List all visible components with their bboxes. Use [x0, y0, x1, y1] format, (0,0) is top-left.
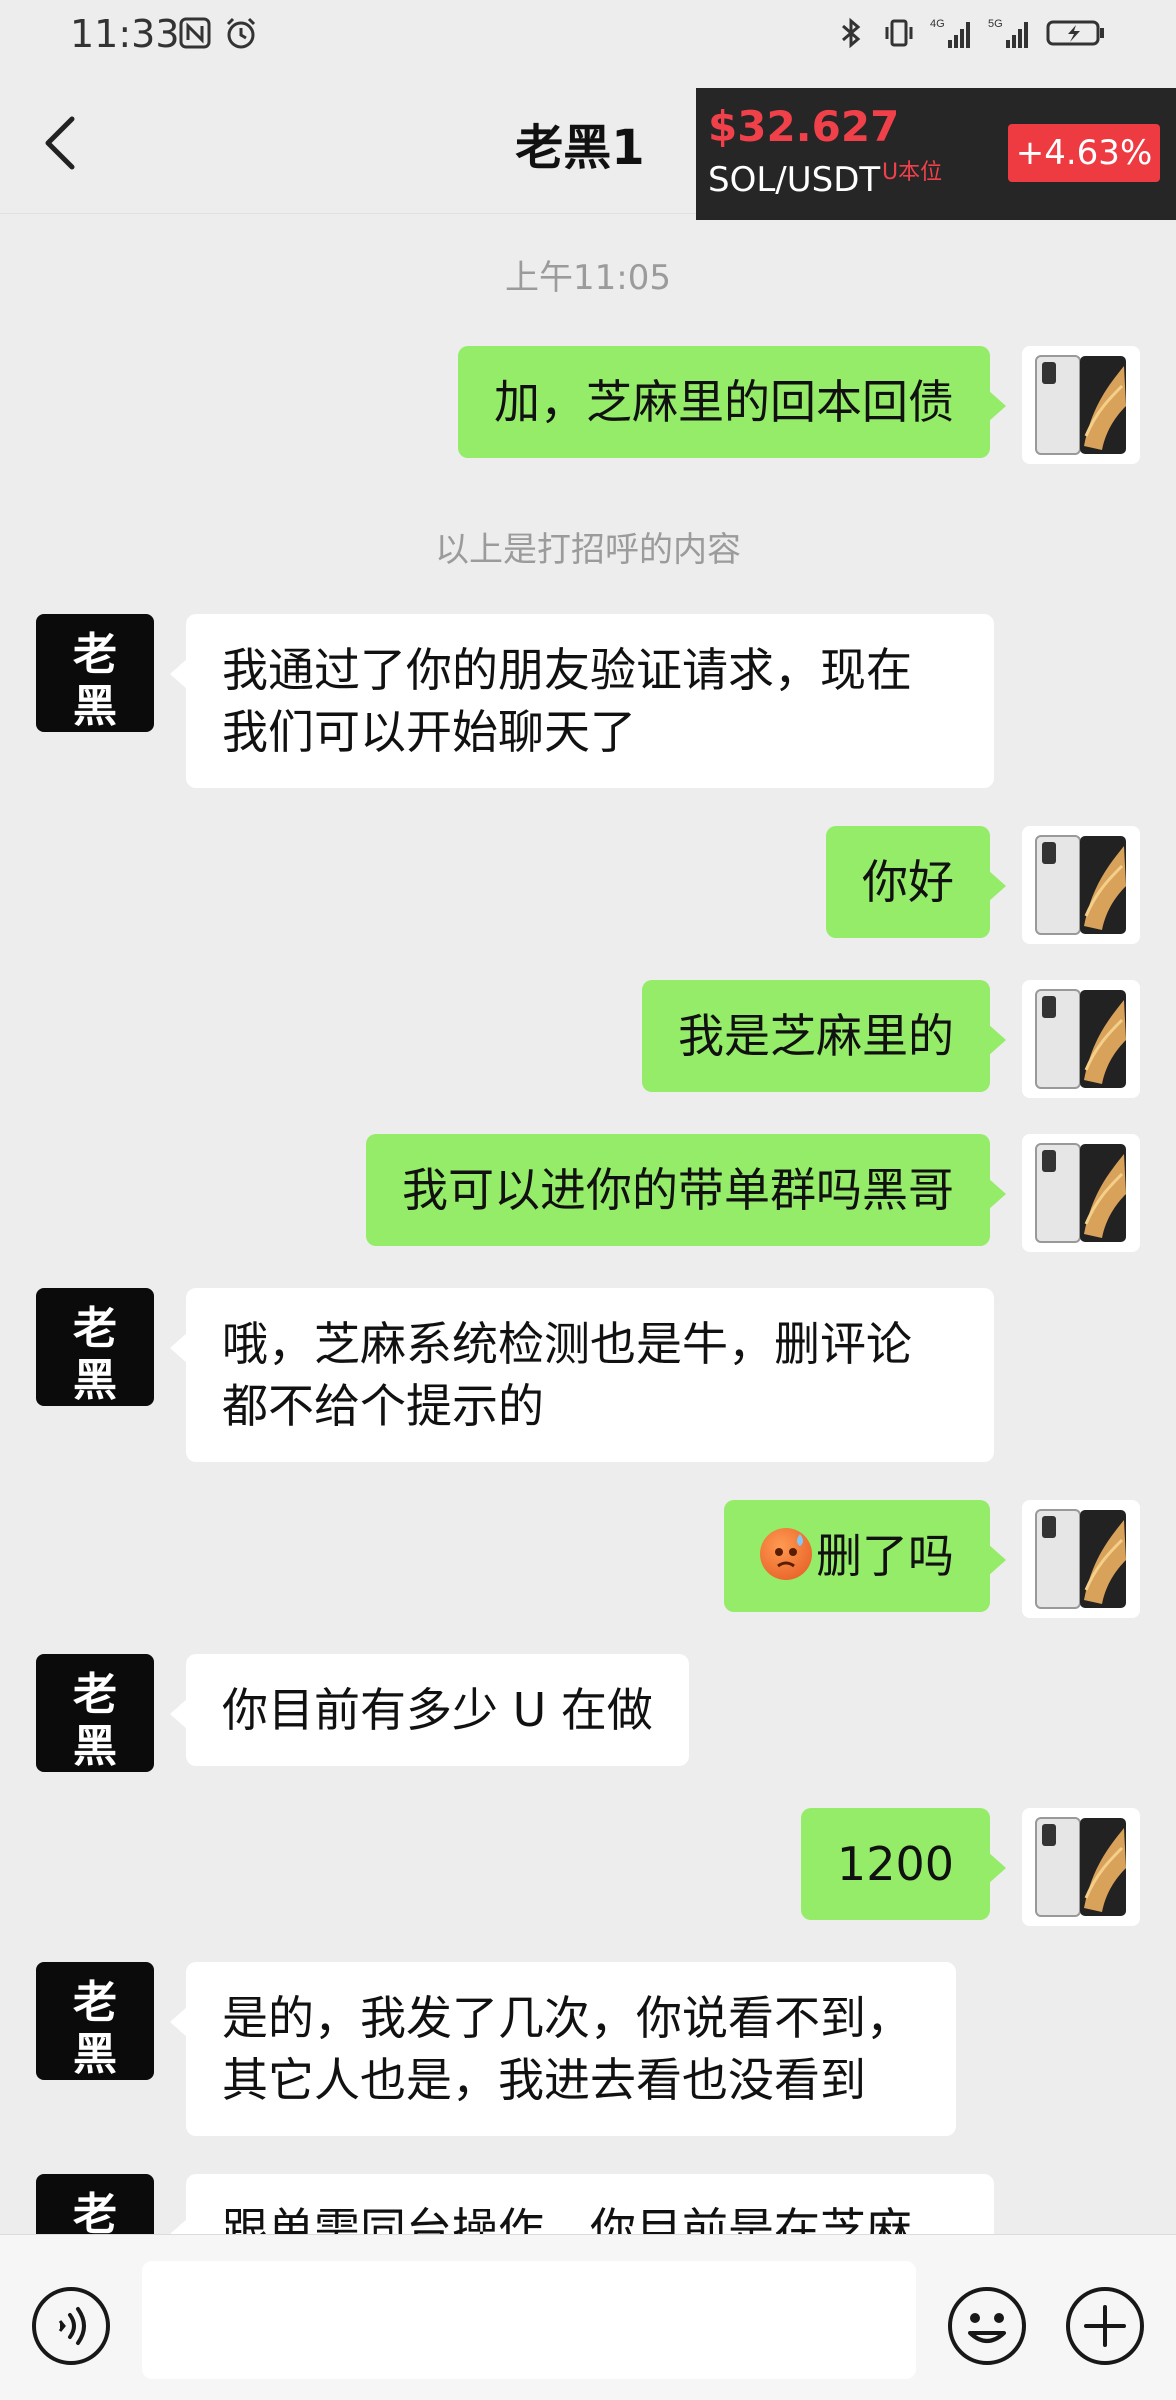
contact-avatar[interactable]: 老 黑 — [36, 1962, 154, 2080]
my-avatar[interactable] — [1022, 1500, 1140, 1618]
my-avatar[interactable] — [1022, 346, 1140, 464]
nfc-icon — [179, 17, 211, 49]
voice-button[interactable] — [30, 2285, 112, 2367]
phone-photo-icon — [1022, 1808, 1140, 1926]
phone-photo-icon — [1022, 1134, 1140, 1252]
system-notice: 以上是打招呼的内容 — [435, 530, 741, 570]
message-bubble-sent[interactable]: 1200 — [800, 1808, 1007, 1920]
phone-photo-icon — [1022, 980, 1140, 1098]
phone-photo-icon — [1022, 1500, 1140, 1618]
price-ticker-overlay[interactable]: $32.627 SOL/USDT U本位 +4.63% — [696, 88, 1176, 220]
bluetooth-icon — [842, 17, 861, 49]
message-bubble-sent[interactable]: 删了吗 — [724, 1500, 1006, 1612]
message-bubble-received[interactable]: 是的，我发了几次，你说看不到， 其它人也是，我进去看也没看到 — [170, 1962, 956, 2136]
message-bubble-received[interactable]: 你目前有多少 U 在做 — [170, 1654, 689, 1766]
chat-screen: 11:33 4G 5G 老黑1 $32.627 SOL/USDT U本位 +4.… — [0, 0, 1176, 2400]
signal-5g-icon: 5G — [988, 18, 1028, 48]
my-avatar[interactable] — [1022, 1134, 1140, 1252]
more-options-button[interactable] — [1064, 2285, 1146, 2367]
message-bubble-sent[interactable]: 你好 — [826, 826, 1006, 938]
plus-icon — [1066, 2287, 1144, 2365]
status-time: 11:33 — [70, 12, 180, 56]
message-bubble-received[interactable]: 哦，芝麻系统检测也是牛，删评论 都不给个提示的 — [170, 1288, 994, 1462]
message-input[interactable] — [142, 2261, 916, 2379]
alarm-icon — [226, 17, 256, 49]
voice-icon — [32, 2287, 110, 2365]
phone-photo-icon — [1022, 826, 1140, 944]
ticker-pair: SOL/USDT — [708, 160, 881, 200]
message-bubble-received[interactable]: 我通过了你的朋友验证请求，现在 我们可以开始聊天了 — [170, 614, 994, 788]
timestamp-label: 上午11:05 — [505, 258, 671, 298]
vibrate-icon — [885, 19, 913, 47]
emoji-button[interactable] — [946, 2285, 1028, 2367]
contact-avatar[interactable]: 老 黑 — [36, 614, 154, 732]
my-avatar[interactable] — [1022, 1808, 1140, 1926]
message-bubble-sent[interactable]: 我是芝麻里的 — [642, 980, 1006, 1092]
my-avatar[interactable] — [1022, 826, 1140, 944]
ticker-unit: U本位 — [882, 160, 943, 185]
signal-4g-icon: 4G — [930, 18, 970, 48]
input-bar — [0, 2234, 1176, 2400]
svg-text:4G: 4G — [930, 18, 945, 30]
ticker-change-badge: +4.63% — [1008, 124, 1160, 182]
status-bar: 11:33 4G 5G — [0, 0, 1176, 72]
contact-avatar[interactable]: 老 黑 — [36, 1288, 154, 1406]
sweat-face-emoji-icon — [760, 1528, 812, 1580]
message-bubble-sent[interactable]: 我可以进你的带单群吗黑哥 — [366, 1134, 1006, 1246]
ticker-price: $32.627 — [708, 102, 900, 151]
svg-text:5G: 5G — [988, 18, 1003, 30]
message-bubble-sent[interactable]: 加，芝麻里的回本回债 — [458, 346, 1006, 458]
battery-charging-icon — [1046, 20, 1104, 46]
my-avatar[interactable] — [1022, 980, 1140, 1098]
contact-avatar[interactable]: 老 黑 — [36, 1654, 154, 1772]
emoji-icon — [948, 2287, 1026, 2365]
phone-photo-icon — [1022, 346, 1140, 464]
